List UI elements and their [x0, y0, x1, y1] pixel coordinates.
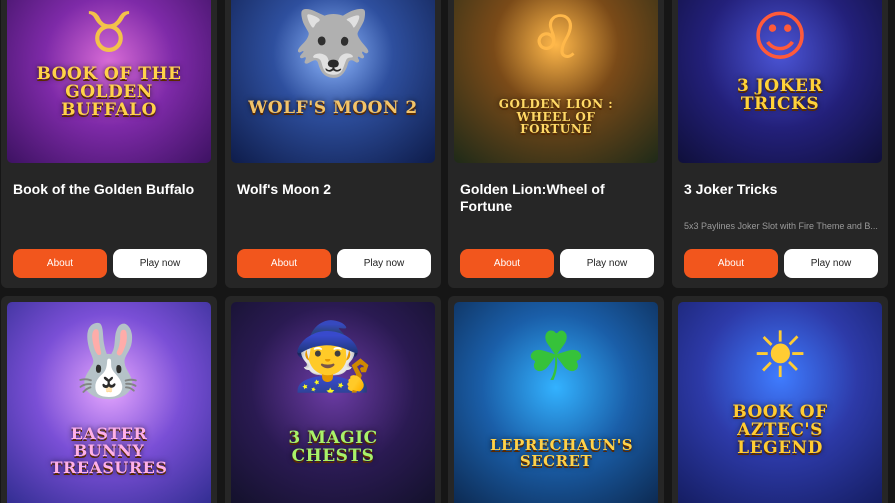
game-thumbnail[interactable]: ♉ BOOK OF THE GOLDEN BUFFALO — [7, 0, 211, 163]
about-button[interactable]: About — [237, 249, 331, 278]
aztec-icon: ☀ — [751, 319, 809, 393]
wolf-icon: 🐺 — [293, 7, 373, 81]
game-thumbnail[interactable]: ☘ LEPRECHAUN'S SECRET — [454, 302, 658, 503]
game-card: ☀ BOOK OF AZTEC'S LEGEND — [672, 296, 888, 503]
game-card: 🐺 WOLF'S MOON 2 Wolf's Moon 2 About Play… — [225, 0, 441, 288]
game-card: 🧙 3 MAGIC CHESTS — [225, 296, 441, 503]
games-grid: ♉ BOOK OF THE GOLDEN BUFFALO Book of the… — [0, 0, 895, 503]
game-title: Wolf's Moon 2 — [237, 181, 332, 197]
buffalo-icon: ♉ — [83, 1, 135, 66]
game-thumbnail[interactable]: ♌ GOLDEN LION : WHEEL OF FORTUNE — [454, 0, 658, 163]
game-art-title: BOOK OF THE GOLDEN BUFFALO — [36, 64, 182, 120]
game-thumbnail[interactable]: 🐺 WOLF'S MOON 2 — [231, 0, 435, 163]
game-thumbnail[interactable]: ☀ BOOK OF AZTEC'S LEGEND — [678, 302, 882, 503]
about-button[interactable]: About — [13, 249, 107, 278]
game-thumbnail[interactable]: 🧙 3 MAGIC CHESTS — [231, 302, 435, 503]
chest-icon: 🧙 — [291, 318, 375, 395]
joker-icon: ☺ — [751, 5, 809, 68]
game-description: 5x3 Paylines Joker Slot with Fire Theme … — [684, 221, 878, 231]
play-now-button[interactable]: Play now — [560, 249, 654, 278]
game-thumbnail[interactable]: 🐰 EASTER BUNNY TREASURES — [7, 302, 211, 503]
lion-icon: ♌ — [529, 3, 583, 73]
game-art-title: 3 MAGIC CHESTS — [288, 428, 378, 466]
game-title: 3 Joker Tricks — [684, 181, 778, 197]
game-art-title: 3 JOKER TRICKS — [737, 76, 823, 114]
game-art-title: LEPRECHAUN'S SECRET — [490, 436, 634, 470]
play-now-button[interactable]: Play now — [784, 249, 878, 278]
leprechaun-icon: ☘ — [525, 318, 587, 397]
game-art-title: WOLF'S MOON 2 — [248, 98, 418, 118]
about-button[interactable]: About — [460, 249, 554, 278]
game-thumbnail[interactable]: ☺ 3 JOKER TRICKS — [678, 0, 882, 163]
about-button[interactable]: About — [684, 249, 778, 278]
play-now-button[interactable]: Play now — [113, 249, 207, 278]
game-card: ♌ GOLDEN LION : WHEEL OF FORTUNE Golden … — [448, 0, 664, 288]
game-art-title: EASTER BUNNY TREASURES — [50, 424, 168, 477]
game-art-title: BOOK OF AZTEC'S LEGEND — [732, 402, 828, 458]
game-card: ☘ LEPRECHAUN'S SECRET — [448, 296, 664, 503]
game-art-title: GOLDEN LION : WHEEL OF FORTUNE — [498, 97, 614, 137]
game-card: 🐰 EASTER BUNNY TREASURES — [1, 296, 217, 503]
game-card: ♉ BOOK OF THE GOLDEN BUFFALO Book of the… — [1, 0, 217, 288]
bunny-icon: 🐰 — [65, 320, 153, 402]
play-now-button[interactable]: Play now — [337, 249, 431, 278]
game-title: Golden Lion:Wheel of Fortune — [460, 181, 605, 214]
game-card: ☺ 3 JOKER TRICKS 3 Joker Tricks 5x3 Payl… — [672, 0, 888, 288]
game-title: Book of the Golden Buffalo — [13, 181, 195, 197]
